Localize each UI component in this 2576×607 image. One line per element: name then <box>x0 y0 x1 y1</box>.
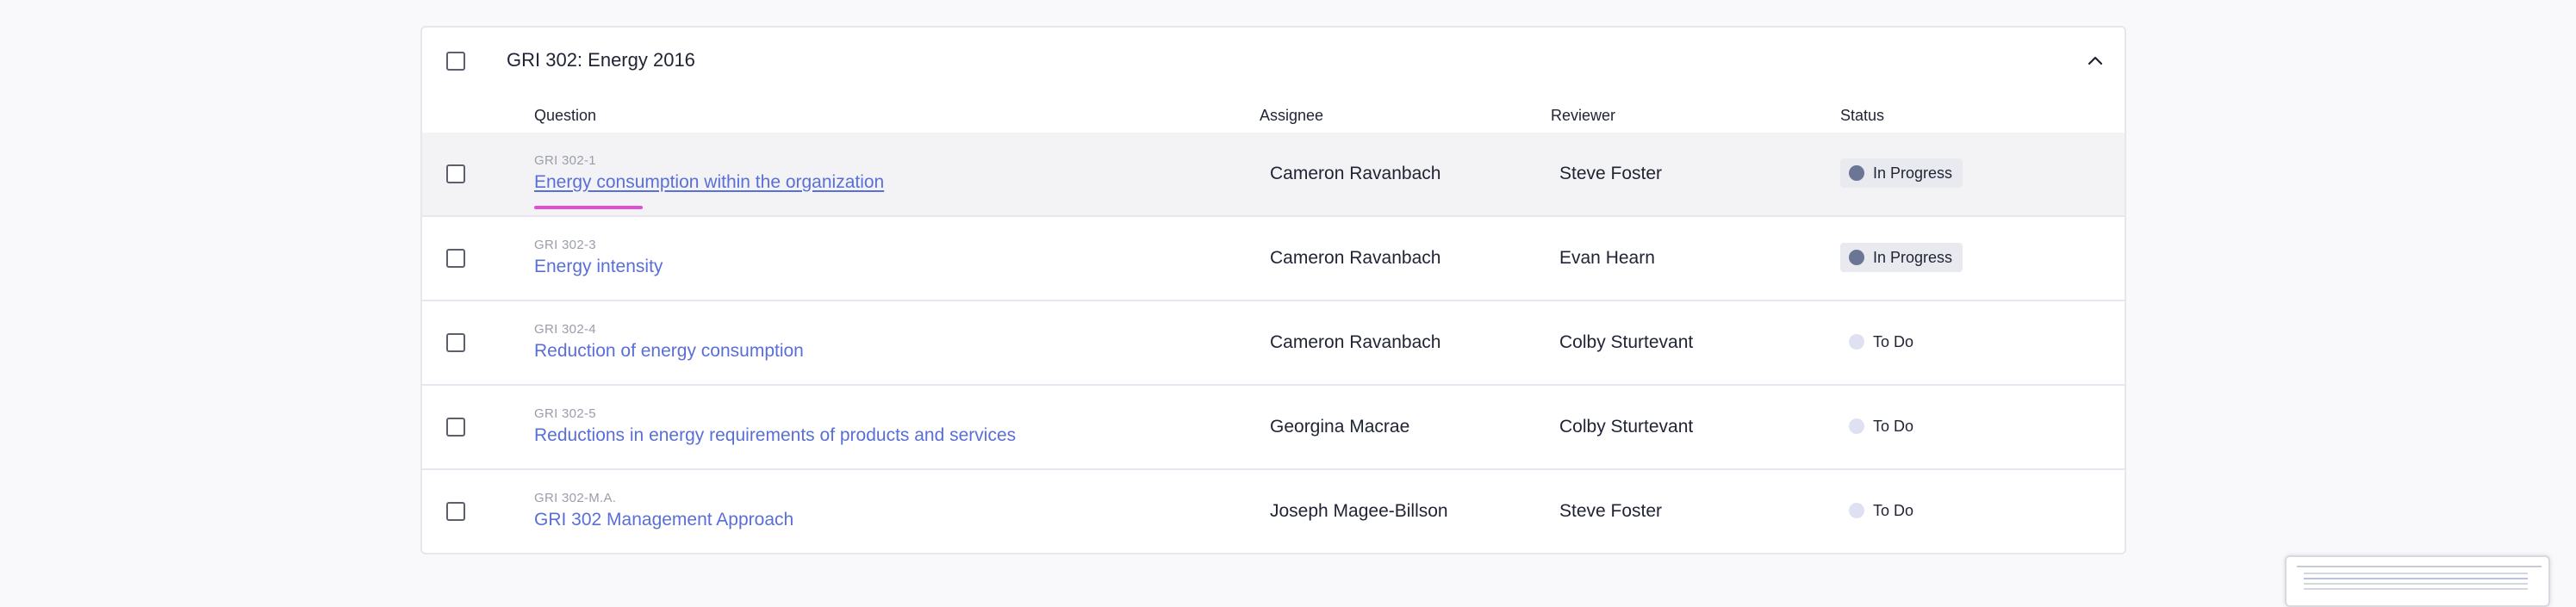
reviewer-name: Colby Sturtevant <box>1559 332 1694 352</box>
status-badge[interactable]: In Progress <box>1840 243 1963 272</box>
reviewer-name: Colby Sturtevant <box>1559 417 1694 437</box>
assignee-name: Georgina Macrae <box>1270 417 1410 437</box>
assignee-name: Cameron Ravanbach <box>1270 164 1441 183</box>
minimap-line <box>2304 583 2528 585</box>
column-header-assignee[interactable]: Assignee <box>1260 107 1323 125</box>
chevron-up-icon <box>2088 56 2103 65</box>
table-row[interactable]: GRI 302-3 Energy intensity Cameron Ravan… <box>422 217 2125 301</box>
status-badge[interactable]: To Do <box>1840 327 1924 356</box>
status-dot-icon <box>1849 503 1864 518</box>
group-title: GRI 302: Energy 2016 <box>507 49 695 71</box>
table-row[interactable]: GRI 302-M.A. GRI 302 Management Approach… <box>422 470 2125 553</box>
status-dot-icon <box>1849 250 1864 265</box>
status-dot-icon <box>1849 334 1864 350</box>
question-code: GRI 302-3 <box>534 238 596 252</box>
question-code: GRI 302-M.A. <box>534 491 617 505</box>
question-link[interactable]: Reductions in energy requirements of pro… <box>534 425 1016 446</box>
status-badge[interactable]: To Do <box>1840 496 1924 525</box>
question-link[interactable]: Energy consumption within the organizati… <box>534 172 884 193</box>
row-select-checkbox[interactable] <box>446 164 465 183</box>
group-header[interactable]: GRI 302: Energy 2016 <box>422 28 2125 95</box>
assignee-name: Joseph Magee-Billson <box>1270 501 1448 521</box>
minimap-line <box>2304 578 2528 579</box>
group-select-checkbox[interactable] <box>446 52 465 71</box>
column-headers: Question Assignee Reviewer Status <box>422 98 2125 134</box>
column-header-status[interactable]: Status <box>1840 107 1884 125</box>
status-label: To Do <box>1873 332 1914 350</box>
minimap-line <box>2304 588 2528 590</box>
row-select-checkbox[interactable] <box>446 418 465 437</box>
question-code: GRI 302-4 <box>534 322 596 337</box>
row-select-checkbox[interactable] <box>446 333 465 352</box>
status-badge[interactable]: In Progress <box>1840 158 1963 188</box>
assignee-name: Cameron Ravanbach <box>1270 248 1441 268</box>
question-link[interactable]: GRI 302 Management Approach <box>534 510 793 530</box>
status-label: In Progress <box>1873 248 1953 266</box>
question-link[interactable]: Energy intensity <box>534 257 663 277</box>
status-label: To Do <box>1873 501 1914 519</box>
status-badge[interactable]: To Do <box>1840 412 1924 441</box>
status-label: In Progress <box>1873 164 1953 182</box>
status-dot-icon <box>1849 165 1864 181</box>
focus-indicator <box>534 206 643 209</box>
collapse-button[interactable] <box>2085 52 2106 69</box>
row-select-checkbox[interactable] <box>446 249 465 268</box>
reviewer-name: Steve Foster <box>1559 501 1663 521</box>
minimap-line <box>2304 573 2528 574</box>
question-code: GRI 302-1 <box>534 153 596 168</box>
column-header-question[interactable]: Question <box>534 107 596 125</box>
question-group-card: GRI 302: Energy 2016 Question Assignee R… <box>420 26 2126 554</box>
reviewer-name: Evan Hearn <box>1559 248 1655 268</box>
question-link[interactable]: Reduction of energy consumption <box>534 341 804 362</box>
reviewer-name: Steve Foster <box>1559 164 1663 183</box>
assignee-name: Cameron Ravanbach <box>1270 332 1441 352</box>
minimap-line <box>2297 566 2542 567</box>
table-row[interactable]: GRI 302-5 Reductions in energy requireme… <box>422 386 2125 470</box>
question-code: GRI 302-5 <box>534 406 596 421</box>
column-header-reviewer[interactable]: Reviewer <box>1551 107 1615 125</box>
status-dot-icon <box>1849 418 1864 434</box>
row-select-checkbox[interactable] <box>446 502 465 521</box>
page-minimap[interactable] <box>2285 555 2550 607</box>
table-row[interactable]: GRI 302-1 Energy consumption within the … <box>422 133 2125 217</box>
status-label: To Do <box>1873 417 1914 435</box>
table-row[interactable]: GRI 302-4 Reduction of energy consumptio… <box>422 301 2125 386</box>
